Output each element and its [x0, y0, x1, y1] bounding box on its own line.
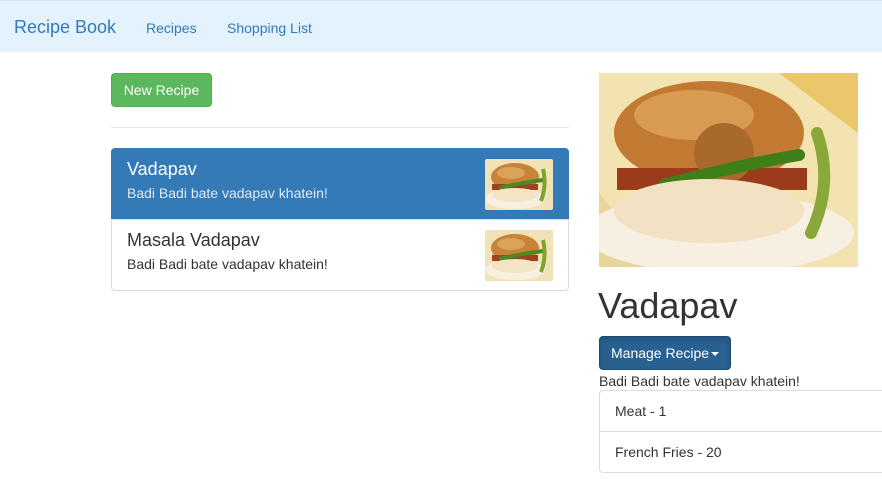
brand-link[interactable]: Recipe Book [14, 17, 116, 38]
caret-down-icon [711, 352, 720, 357]
recipe-description: Badi Badi bate vadapav khatein! [127, 256, 328, 272]
manage-recipe-label: Manage Recipe [611, 345, 710, 361]
recipe-thumbnail [485, 159, 553, 210]
recipe-name: Vadapav [127, 159, 197, 179]
manage-recipe-button[interactable]: Manage Recipe [599, 336, 731, 370]
ingredient-list: Meat - 1 French Fries - 20 [599, 390, 882, 473]
ingredient-item[interactable]: French Fries - 20 [599, 431, 882, 473]
nav-shopping-list-link[interactable]: Shopping List [227, 20, 312, 36]
navbar: Recipe Book Recipes Shopping List [0, 0, 882, 52]
divider [111, 127, 569, 128]
new-recipe-button[interactable]: New Recipe [111, 73, 212, 107]
recipe-list: Vadapav Badi Badi bate vadapav khatein! … [111, 148, 569, 291]
nav-recipes-link[interactable]: Recipes [146, 20, 197, 36]
recipe-description-detail: Badi Badi bate vadapav khatein! [599, 373, 800, 389]
recipe-title: Vadapav [598, 285, 738, 326]
recipe-name: Masala Vadapav [127, 230, 260, 250]
recipe-description: Badi Badi bate vadapav khatein! [127, 185, 328, 201]
recipe-thumbnail [485, 230, 553, 281]
ingredient-item[interactable]: Meat - 1 [599, 390, 882, 432]
recipe-list-item-masala-vadapav[interactable]: Masala Vadapav Badi Badi bate vadapav kh… [111, 219, 569, 291]
recipe-list-item-vadapav[interactable]: Vadapav Badi Badi bate vadapav khatein! [111, 148, 569, 220]
recipe-image [599, 73, 858, 267]
